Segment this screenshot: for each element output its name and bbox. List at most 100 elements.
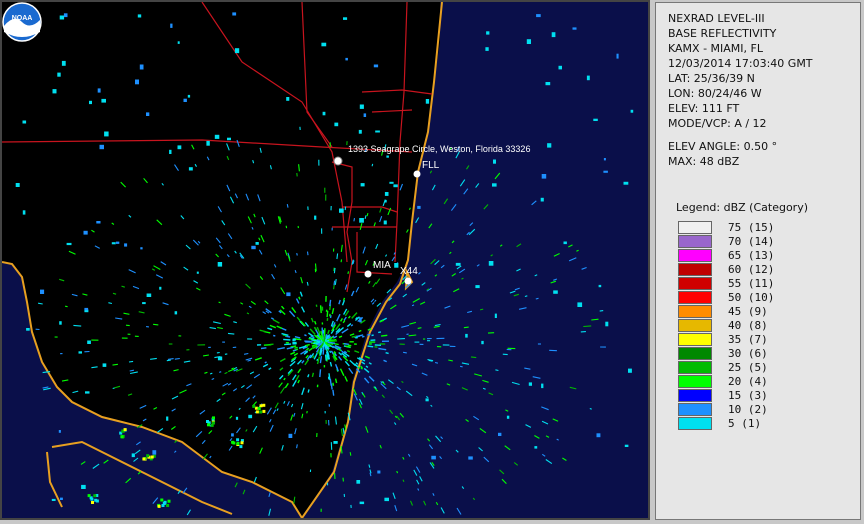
radar-echo — [163, 500, 167, 504]
radar-echo — [381, 334, 388, 337]
radar-echo — [563, 241, 567, 245]
radar-echo — [283, 338, 291, 341]
legend-label: 60 (12) — [728, 263, 775, 276]
legend-item: 70 (14) — [678, 235, 808, 249]
radar-echo — [371, 163, 374, 167]
legend-item: 10 (2) — [678, 403, 808, 417]
radar-echo — [188, 167, 193, 171]
radar-map[interactable]: 1393 Seagrape Circle, Weston, Florida 33… — [0, 0, 650, 520]
info-line: MAX: 48 dBZ — [668, 155, 740, 168]
radar-echo — [417, 327, 422, 329]
fll-marker[interactable] — [413, 170, 421, 178]
radar-map-canvas: 1393 Seagrape Circle, Weston, Florida 33… — [2, 2, 648, 518]
radar-echo — [22, 210, 26, 215]
radar-echo — [324, 354, 327, 361]
legend-item: 75 (15) — [678, 221, 808, 235]
radar-echo — [332, 382, 335, 386]
radar-echo — [558, 65, 562, 70]
radar-echo — [367, 333, 371, 336]
radar-echo — [217, 262, 223, 267]
radar-echo — [343, 343, 349, 345]
radar-echo — [586, 75, 590, 81]
radar-echo — [160, 498, 164, 502]
legend-label: 65 (13) — [728, 249, 775, 262]
radar-echo — [93, 494, 97, 498]
radar-echo — [262, 409, 266, 413]
radar-echo — [232, 441, 236, 445]
radar-echo — [485, 47, 489, 51]
radar-echo — [373, 64, 379, 68]
radar-echo — [22, 120, 27, 124]
legend-label: 75 (15) — [728, 221, 775, 234]
radar-echo — [498, 432, 502, 436]
radar-echo — [90, 497, 94, 501]
info-panel: NEXRAD LEVEL-III BASE REFLECTIVITY KAMX … — [655, 2, 861, 520]
legend-item: 60 (12) — [678, 263, 808, 277]
radar-echo — [58, 430, 61, 433]
radar-echo — [231, 433, 234, 437]
radar-echo — [91, 501, 94, 504]
radar-echo — [259, 410, 263, 414]
radar-echo — [57, 72, 61, 77]
radar-echo — [89, 100, 92, 105]
radar-echo — [288, 433, 293, 438]
radar-echo — [257, 407, 261, 410]
radar-echo — [363, 113, 367, 117]
radar-echo — [526, 39, 531, 44]
radar-echo — [628, 368, 632, 373]
radar-echo — [284, 343, 292, 346]
radar-echo — [616, 53, 619, 59]
radar-echo — [596, 433, 601, 438]
radar-echo — [459, 365, 463, 368]
radar-echo — [124, 243, 128, 247]
mia-marker[interactable] — [364, 270, 372, 278]
legend-title: Legend: dBZ (Category) — [676, 201, 808, 214]
fll-label: FLL — [422, 160, 440, 171]
radar-echo — [329, 315, 332, 319]
radar-echo — [214, 134, 220, 139]
radar-echo — [470, 356, 477, 359]
radar-echo — [108, 302, 113, 305]
radar-echo — [479, 308, 484, 311]
legend-item: 20 (4) — [678, 375, 808, 389]
address-marker[interactable] — [333, 156, 343, 166]
radar-echo — [367, 345, 374, 348]
radar-echo — [534, 446, 538, 449]
radar-echo — [217, 356, 223, 361]
radar-echo — [166, 359, 171, 362]
radar-echo — [111, 242, 116, 245]
legend-swatch — [678, 417, 712, 430]
radar-echo — [386, 155, 389, 158]
info-line: LAT: 25/36/39 N — [668, 72, 755, 85]
x44-marker[interactable] — [404, 277, 412, 285]
radar-echo — [290, 345, 297, 348]
radar-echo — [322, 111, 326, 116]
info-line: NEXRAD LEVEL-III — [668, 12, 765, 25]
radar-echo — [99, 144, 104, 150]
info-line: ELEV ANGLE: 0.50 ° — [668, 140, 778, 153]
radar-echo — [359, 317, 362, 323]
radar-echo — [375, 130, 380, 133]
radar-echo — [286, 292, 291, 297]
radar-echo — [212, 421, 215, 425]
radar-echo — [331, 324, 335, 328]
legend-swatch — [678, 347, 712, 360]
radar-echo — [583, 325, 592, 328]
legend-label: 10 (2) — [728, 403, 768, 416]
radar-echo — [174, 357, 180, 360]
legend-swatch — [678, 403, 712, 416]
radar-echo — [286, 97, 290, 101]
radar-echo — [227, 137, 231, 141]
info-line: MODE/VCP: A / 12 — [668, 117, 767, 130]
radar-echo — [153, 323, 159, 326]
legend-label: 5 (1) — [728, 417, 762, 430]
radar-echo — [73, 324, 82, 327]
legend-swatch — [678, 221, 712, 234]
legend-item: 5 (1) — [678, 417, 808, 431]
radar-echo — [166, 416, 169, 421]
radar-echo — [87, 494, 91, 498]
radar-echo — [417, 205, 421, 209]
radar-echo — [95, 499, 99, 503]
svg-text:NOAA: NOAA — [12, 15, 33, 22]
radar-echo — [347, 271, 350, 275]
